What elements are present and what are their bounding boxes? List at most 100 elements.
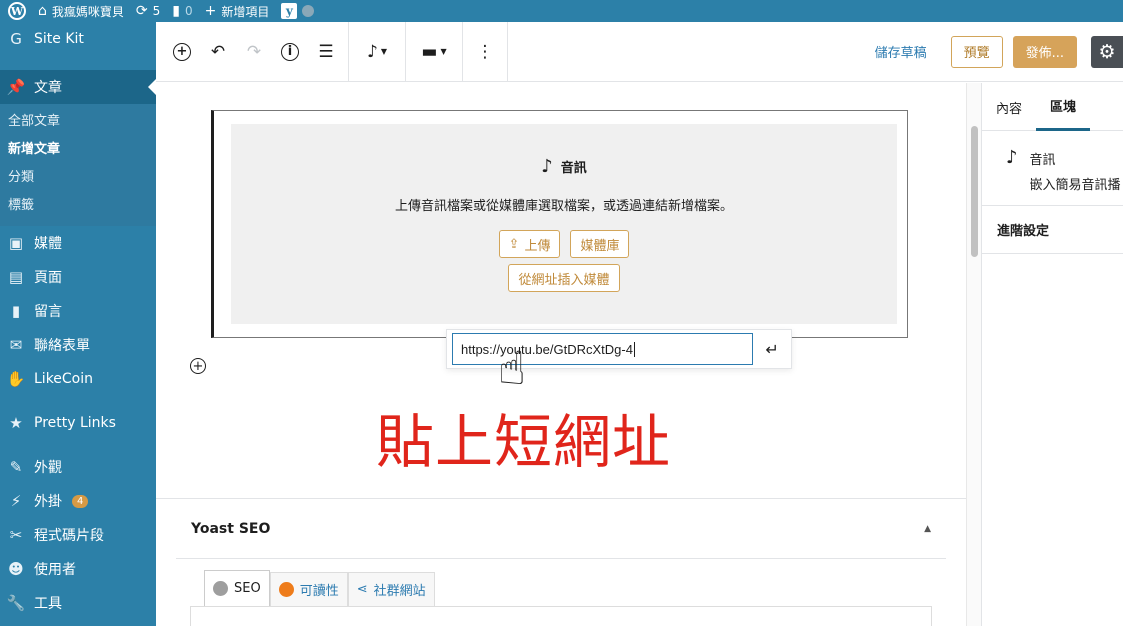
undo-icon: ↶: [210, 41, 226, 62]
align-button[interactable]: ▬ ▼: [410, 34, 458, 70]
insert-from-url-button[interactable]: 從網址插入媒體: [508, 264, 620, 292]
sidebar-item-pages[interactable]: ▤ 頁面: [0, 260, 156, 294]
block-card: ♪ 音訊 嵌入簡易音訊播: [982, 131, 1123, 206]
sidebar-item-likecoin[interactable]: ✋ LikeCoin: [0, 362, 156, 396]
sidebar-item-snippets[interactable]: ✂ 程式碼片段: [0, 518, 156, 552]
yoast-tabs: SEO 可讀性 ⋖ 社群網站: [204, 570, 435, 606]
sidebar-item-posts[interactable]: 📌 文章: [0, 70, 156, 104]
annotation-text: 貼上短網址: [376, 408, 672, 476]
admin-sidebar: G Site Kit 📌 文章 全部文章 新增文章 分類 標籤 ▣ 媒體 ▤ 頁…: [0, 22, 156, 626]
yoast-metabox: Yoast SEO ▲ SEO 可讀性 ⋖ 社群網站: [156, 498, 966, 626]
tab-seo[interactable]: SEO: [204, 570, 270, 606]
seo-status-dot: [302, 5, 315, 17]
chevron-down-icon: ▼: [380, 47, 387, 56]
vertical-ellipsis-icon: ⋮: [476, 41, 494, 62]
submenu-categories[interactable]: 分類: [0, 164, 156, 192]
plugins-update-badge: 4: [72, 494, 89, 508]
audio-block[interactable]: ♪ 音訊 上傳音訊檔案或從媒體庫選取檔案，或透過連結新增檔案。 ⇪ 上傳 媒體庫…: [211, 110, 908, 369]
more-options-button[interactable]: ⋮: [467, 34, 503, 70]
seo-score-dot-icon: [213, 581, 228, 596]
sidebar-item-label: 媒體: [34, 236, 62, 252]
toolbar-divider: [462, 21, 463, 82]
tab-document[interactable]: 內容: [982, 83, 1036, 131]
preview-button[interactable]: 預覽: [950, 35, 1003, 68]
yoast-menu[interactable]: y: [275, 0, 320, 22]
submenu-all-posts[interactable]: 全部文章: [0, 108, 156, 136]
media-library-button[interactable]: 媒體庫: [570, 230, 630, 258]
text-cursor: [633, 341, 635, 357]
redo-icon: ↷: [246, 41, 262, 62]
wp-logo-menu[interactable]: W: [0, 0, 32, 22]
sidebar-item-pretty-links[interactable]: ★ Pretty Links: [0, 406, 156, 440]
sidebar-item-users[interactable]: ☻ 使用者: [0, 552, 156, 586]
editor-scrollbar[interactable]: [966, 83, 982, 626]
star-icon: ★: [9, 414, 23, 432]
toolbar-divider: [507, 21, 508, 82]
wordpress-logo-icon: W: [8, 2, 26, 20]
sidebar-item-label: 使用者: [34, 562, 76, 578]
plus-icon: +: [192, 358, 204, 374]
tab-social[interactable]: ⋖ 社群網站: [347, 572, 435, 606]
tab-block[interactable]: 區塊: [1036, 83, 1091, 131]
audio-block-title: 音訊: [560, 161, 587, 176]
music-note-icon: ♪: [366, 41, 378, 62]
block-type-switcher[interactable]: ♪ ▼: [353, 34, 401, 70]
sidebar-item-plugins[interactable]: ⚡ 外掛 4: [0, 484, 156, 518]
comments-count: 0: [185, 4, 193, 18]
toolbar-divider: [405, 21, 406, 82]
sidebar-item-label: 留言: [34, 304, 62, 320]
plus-circle-icon: +: [173, 42, 191, 61]
sidebar-item-site-kit[interactable]: G Site Kit: [0, 22, 156, 56]
comment-icon: ▮: [11, 302, 21, 320]
tab-readability[interactable]: 可讀性: [269, 572, 348, 606]
plug-icon: ⚡: [10, 492, 22, 510]
home-icon: ⌂: [38, 3, 47, 19]
save-draft-button[interactable]: 儲存草稿: [875, 42, 927, 61]
audio-button-row: ⇪ 上傳 媒體庫: [231, 230, 897, 258]
readability-score-icon: [278, 582, 294, 597]
submenu-add-new[interactable]: 新增文章: [0, 136, 156, 164]
enter-arrow-icon: ↵: [765, 339, 779, 359]
pushpin-icon: 📌: [6, 78, 26, 96]
add-block-button[interactable]: +: [164, 34, 200, 70]
updates-link[interactable]: ⟳ 5: [130, 0, 166, 22]
block-card-name: 音訊: [1029, 153, 1056, 168]
sidebar-item-label: Site Kit: [34, 31, 84, 47]
redo-button[interactable]: ↷: [236, 34, 272, 70]
yoast-header[interactable]: Yoast SEO ▲: [176, 499, 946, 559]
scrollbar-thumb[interactable]: [971, 126, 978, 257]
sidebar-item-label: 文章: [34, 80, 62, 96]
upload-icon: ⇪: [508, 236, 520, 252]
publish-button[interactable]: 發佈...: [1012, 35, 1077, 68]
details-button[interactable]: i: [272, 34, 308, 70]
sidebar-item-contact[interactable]: ✉ 聯絡表單: [0, 328, 156, 362]
info-icon: i: [281, 42, 299, 61]
admin-bar: W ⌂ 我瘋媽咪寶貝 ⟳ 5 ▮ 0 + 新增項目 y: [0, 0, 1123, 22]
settings-button[interactable]: ⚙: [1091, 35, 1123, 68]
posts-submenu: 全部文章 新增文章 分類 標籤: [0, 104, 156, 226]
sidebar-item-label: LikeCoin: [34, 371, 94, 387]
inline-add-block-button[interactable]: +: [190, 358, 206, 374]
tab-label: SEO: [234, 581, 261, 596]
outline-button[interactable]: ☰: [308, 34, 344, 70]
site-name: 我瘋媽咪寶貝: [51, 4, 124, 19]
site-name-link[interactable]: ⌂ 我瘋媽咪寶貝: [32, 0, 130, 22]
sidebar-item-media[interactable]: ▣ 媒體: [0, 226, 156, 260]
upload-button[interactable]: ⇪ 上傳: [498, 230, 561, 258]
music-note-icon: ♪: [541, 156, 553, 177]
apply-url-button[interactable]: ↵: [753, 333, 791, 365]
comments-link[interactable]: ▮ 0: [166, 0, 198, 22]
media-icon: ▣: [8, 234, 24, 252]
sidebar-item-appearance[interactable]: ✎ 外觀: [0, 450, 156, 484]
yoast-title: Yoast SEO: [191, 520, 271, 537]
sidebar-item-comments[interactable]: ▮ 留言: [0, 294, 156, 328]
new-content-link[interactable]: + 新增項目: [199, 0, 276, 22]
undo-button[interactable]: ↶: [200, 34, 236, 70]
submenu-tags[interactable]: 標籤: [0, 192, 156, 220]
music-note-icon: ♪: [1006, 147, 1018, 168]
advanced-settings-toggle[interactable]: 進階設定: [982, 206, 1123, 254]
gear-icon: ⚙: [1098, 40, 1116, 63]
sidebar-item-tools[interactable]: 🔧 工具: [0, 586, 156, 620]
audio-instructions: 上傳音訊檔案或從媒體庫選取檔案，或透過連結新增檔案。: [394, 199, 733, 214]
pages-icon: ▤: [8, 268, 24, 286]
